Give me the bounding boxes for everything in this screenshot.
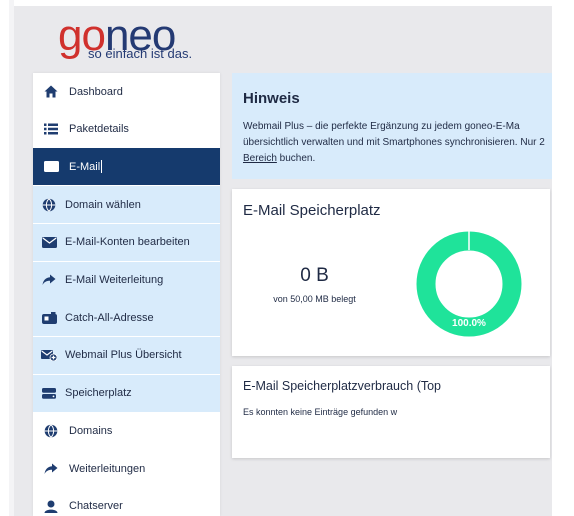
storage-title: E-Mail Speicherplatz	[243, 202, 381, 219]
storage-usage-card: E-Mail Speicherplatzverbrauch (Top Es ko…	[232, 366, 550, 458]
storage-limit-text: von 50,00 MB belegt	[273, 294, 356, 304]
sidebar-item-speicherplatz[interactable]: Speicherplatz	[31, 374, 220, 412]
sidebar-item-label: Paketdetails	[69, 123, 129, 136]
hint-title: Hinweis	[243, 90, 300, 107]
home-icon	[33, 85, 69, 98]
sidebar-item-label: E-Mail Weiterleitung	[65, 274, 164, 286]
sidebar-item-domain-wählen[interactable]: Domain wählen	[31, 186, 220, 224]
chat-user-icon	[33, 500, 69, 513]
hint-panel: Hinweis Webmail Plus – die perfekte Ergä…	[232, 73, 554, 179]
sidebar-item-label: E-Mail	[69, 160, 101, 173]
globe-icon	[31, 197, 67, 212]
sidebar-item-dashboard[interactable]: Dashboard	[33, 73, 220, 110]
page-edge-left	[0, 0, 14, 516]
storage-icon	[31, 387, 67, 399]
sidebar-item-label: Domains	[69, 424, 113, 437]
sidebar-item-weiterleitungen[interactable]: Weiterleitungen	[33, 450, 220, 487]
sidebar-item-paketdetails[interactable]: Paketdetails	[33, 111, 220, 148]
hint-bereich-link[interactable]: Bereich	[243, 153, 277, 164]
sidebar-nav: Dashboard Paketdetails E-Mail Domain wählen…	[33, 73, 220, 516]
hint-line-1: Webmail Plus – die perfekte Ergänzung zu…	[243, 121, 520, 132]
sidebar-item-label: Dashboard	[69, 85, 123, 98]
envelope-icon	[33, 161, 69, 173]
sidebar-item-chatserver[interactable]: Chatserver	[33, 488, 220, 516]
usage-empty-text: Es konnten keine Einträge gefunden w	[243, 407, 398, 417]
list-icon	[33, 123, 69, 135]
sidebar-item-label: Weiterleitungen	[69, 462, 146, 475]
text-cursor	[101, 160, 103, 174]
storage-donut-ring	[416, 231, 522, 337]
forward-arrow-icon	[33, 463, 69, 475]
mailbox-icon	[31, 311, 67, 324]
storage-donut-label: 100.0%	[452, 318, 486, 329]
goneo-logo[interactable]: goneo so einfach ist das.	[58, 14, 192, 62]
page-edge-right	[552, 0, 574, 516]
sidebar-item-e-mail-konten-bearbeiten[interactable]: E-Mail-Konten bearbeiten	[31, 223, 220, 261]
sidebar-item-label: Domain wählen	[65, 198, 141, 211]
storage-used-value: 0 B	[300, 265, 329, 286]
hint-line-3: buchen.	[276, 153, 316, 164]
sidebar-item-label: Chatserver	[69, 500, 123, 513]
storage-donut-chart: 100.0%	[416, 231, 522, 337]
sidebar-item-domains[interactable]: Domains	[33, 412, 220, 449]
sidebar-item-label: Webmail Plus Übersicht	[65, 349, 182, 362]
sidebar-item-webmail-plus-übersicht[interactable]: Webmail Plus Übersicht	[31, 336, 220, 374]
envelope-plus-icon	[31, 349, 67, 362]
globe-icon	[33, 424, 69, 438]
sidebar-item-label: E-Mail-Konten bearbeiten	[65, 236, 190, 249]
sidebar-item-label: Speicherplatz	[65, 387, 132, 400]
hint-text: Webmail Plus – die perfekte Ergänzung zu…	[243, 119, 554, 167]
sidebar-item-label: Catch-All-Adresse	[65, 311, 154, 324]
page: goneo so einfach ist das. Dashboard Paket…	[0, 0, 574, 516]
forward-arrow-icon	[31, 274, 67, 286]
hint-line-2: übersichtlich verwalten und mit Smartpho…	[243, 137, 545, 148]
sidebar-item-e-mail[interactable]: E-Mail	[33, 148, 220, 186]
sidebar-item-e-mail-weiterleitung[interactable]: E-Mail Weiterleitung	[31, 261, 220, 299]
page-edge-top	[0, 0, 574, 6]
sidebar-item-catch-all-adresse[interactable]: Catch-All-Adresse	[31, 299, 220, 337]
envelope-icon	[31, 236, 67, 248]
logo-tagline: so einfach ist das.	[88, 46, 193, 61]
storage-card: E-Mail Speicherplatz 0 B von 50,00 MB be…	[232, 189, 550, 356]
usage-title: E-Mail Speicherplatzverbrauch (Top	[243, 379, 442, 393]
